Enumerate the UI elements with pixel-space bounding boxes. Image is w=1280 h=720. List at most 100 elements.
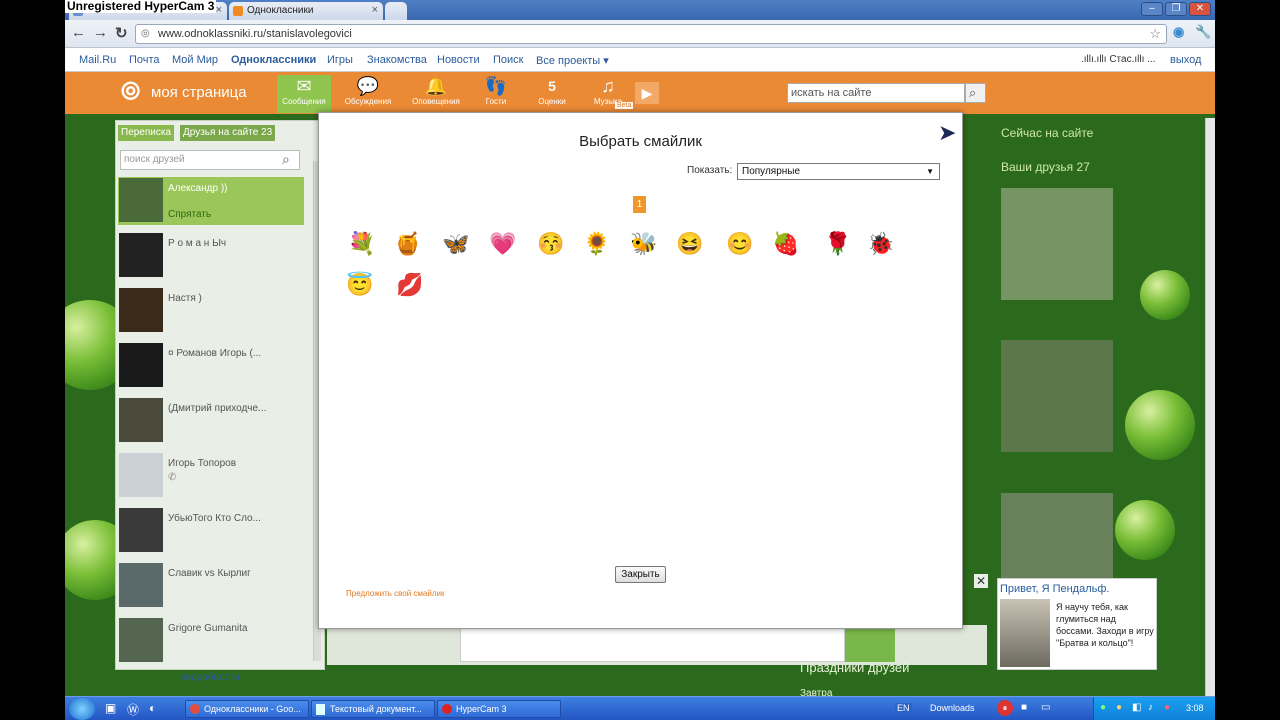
details-link[interactable]: подробности [180,672,240,683]
taskbar-item-hypercam[interactable]: HyperCam 3 [437,700,561,718]
send-button[interactable] [845,628,895,662]
star-icon[interactable]: ☆ [1149,26,1161,42]
wordpress-icon[interactable]: Ⓦ [127,701,139,718]
smiley-item[interactable]: 🍓 [770,229,802,259]
online-now-title[interactable]: Сейчас на сайте [1001,126,1093,140]
language-indicator[interactable]: EN [895,703,912,713]
list-item[interactable]: Славик vs Кырлиг [118,562,318,610]
message-textarea[interactable] [460,628,845,662]
nav-notifications[interactable]: 🔔 Оповещения [409,75,463,113]
stop-icon[interactable]: ■ [1021,702,1027,713]
smiley-item[interactable]: 💗 [487,229,519,259]
play-icon[interactable]: ▶ [635,82,659,104]
show-label: Показать: [687,165,733,176]
friend-thumbnail[interactable] [1001,340,1113,452]
smiley-item[interactable]: 🐝 [628,229,660,259]
skype-icon[interactable]: ◉ [1173,24,1184,40]
list-item[interactable]: Александр )) Спрятать [118,177,304,225]
site-search-input[interactable]: искать на сайте [787,83,965,103]
address-bar[interactable]: ◎ www.odnoklassniki.ru/stanislavolegovic… [135,24,1167,44]
smiley-item[interactable]: 😇 [344,270,376,300]
tab-friends-online[interactable]: Друзья на сайте 23 [180,125,276,141]
list-item[interactable]: (Дмитрий приходче... [118,397,318,445]
hide-link[interactable]: Спрятать [168,209,211,220]
smiley-item[interactable]: 💋 [394,270,426,300]
nav-ratings[interactable]: 5 Оценки [525,75,579,113]
list-item[interactable]: УбьюТого Кто Сло... [118,507,318,555]
search-icon[interactable]: ⌕ [965,83,986,103]
friend-search-input[interactable]: поиск друзей [120,150,300,170]
smiley-item[interactable]: 🌻 [581,229,613,259]
show-select[interactable]: Популярные ▼ [737,163,940,180]
minimize-icon[interactable]: – [1141,2,1163,16]
my-page-link[interactable]: моя страница [151,84,247,101]
smiley-item[interactable]: 🐞 [865,229,897,259]
new-tab-button[interactable] [385,2,407,20]
tab-correspondence[interactable]: Переписка [118,125,175,141]
browser-icon[interactable]: ◐ [149,701,156,715]
pochta-link[interactable]: Почта [129,54,160,66]
list-item[interactable]: Настя ) [118,287,318,335]
window-close-icon[interactable]: ✕ [1189,2,1211,16]
odnoklassniki-link[interactable]: Одноклассники [231,54,316,66]
record-icon[interactable]: ⏸ [997,700,1013,716]
smiley-item[interactable]: 🦋 [440,229,472,259]
taskbar-item-notepad[interactable]: Текстовый документ... [311,700,435,718]
start-button[interactable] [69,698,95,720]
smiley-item[interactable]: 🍯 [392,229,424,259]
nav-messages[interactable]: ✉ Сообщения [277,75,331,113]
games-link[interactable]: Игры [327,54,353,66]
search-icon[interactable]: ⌕ [282,151,290,168]
dialog-title: Выбрать смайлик [579,133,702,150]
media-icon[interactable]: ▭ [1041,702,1050,713]
smiley-item[interactable]: 🌹 [822,229,854,259]
clock[interactable]: 3:08 [1186,703,1204,713]
tray-icon[interactable]: ● [1164,702,1170,713]
close-icon[interactable]: ✕ [974,574,988,588]
friend-thumbnail[interactable] [1001,188,1113,300]
reload-icon[interactable]: ↻ [115,24,128,42]
your-friends-title[interactable]: Ваши друзья 27 [1001,160,1090,174]
tab-odnoklassniki[interactable]: Однокласники × [229,2,383,20]
logout-link[interactable]: выход [1170,54,1201,66]
back-icon[interactable]: ← [71,24,86,41]
list-item[interactable]: Р о м а н Ыч [118,232,318,280]
ok-logo-icon[interactable]: ⦾ [121,78,140,106]
nav-discussions[interactable]: 💬 Обсуждения [341,75,395,113]
restore-icon[interactable]: ❐ [1165,2,1187,16]
tray-icon[interactable]: ● [1100,702,1106,713]
tray-icon[interactable]: ● [1116,702,1122,713]
avatar [119,508,163,552]
close-button[interactable]: Закрыть [615,566,666,583]
ad-title[interactable]: Привет, Я Пендальф. [1000,583,1109,595]
taskbar-item-chrome[interactable]: Одноклассники - Goo... [185,700,309,718]
user-name[interactable]: .ıllı.ıllı Стас.ıllı ... [1081,54,1155,65]
page-number[interactable]: 1 [633,196,646,213]
forward-icon[interactable]: → [93,24,108,41]
wrench-icon[interactable]: 🔧 [1195,24,1211,40]
search-link[interactable]: Поиск [493,54,523,66]
smiley-item[interactable]: 😚 [535,229,567,259]
news-link[interactable]: Новости [437,54,480,66]
list-item[interactable]: ¤ Романов Игорь (... [118,342,318,390]
mailru-link[interactable]: Mail.Ru [79,54,116,66]
network-icon[interactable]: ◧ [1132,702,1141,713]
suggest-smiley-link[interactable]: Предложить свой смайлик [346,589,445,598]
smiley-item[interactable]: 😊 [724,229,756,259]
all-projects-link[interactable]: Все проекты ▾ [536,54,609,67]
close-icon[interactable]: × [372,4,378,16]
desktop-icon[interactable]: ▣ [105,701,116,715]
game-ad-popup[interactable]: Привет, Я Пендальф. Я научу тебя, как гл… [997,578,1157,670]
smiley-item[interactable]: 💐 [346,229,378,259]
volume-icon[interactable]: ♪ [1148,702,1153,713]
dating-link[interactable]: Знакомства [367,54,427,66]
moi-mir-link[interactable]: Мой Мир [172,54,218,66]
list-item[interactable]: Игорь Топоров ✆ [118,452,318,500]
list-item[interactable]: Grigore Gumanita [118,617,318,665]
close-icon[interactable]: × [216,4,222,16]
page-scrollbar[interactable] [1205,118,1215,696]
holidays-title[interactable]: Праздники друзей [800,660,909,675]
nav-guests[interactable]: 👣 Гости [469,75,523,113]
smiley-item[interactable]: 😆 [674,229,706,259]
downloads-toolbar[interactable]: Downloads [930,703,975,713]
